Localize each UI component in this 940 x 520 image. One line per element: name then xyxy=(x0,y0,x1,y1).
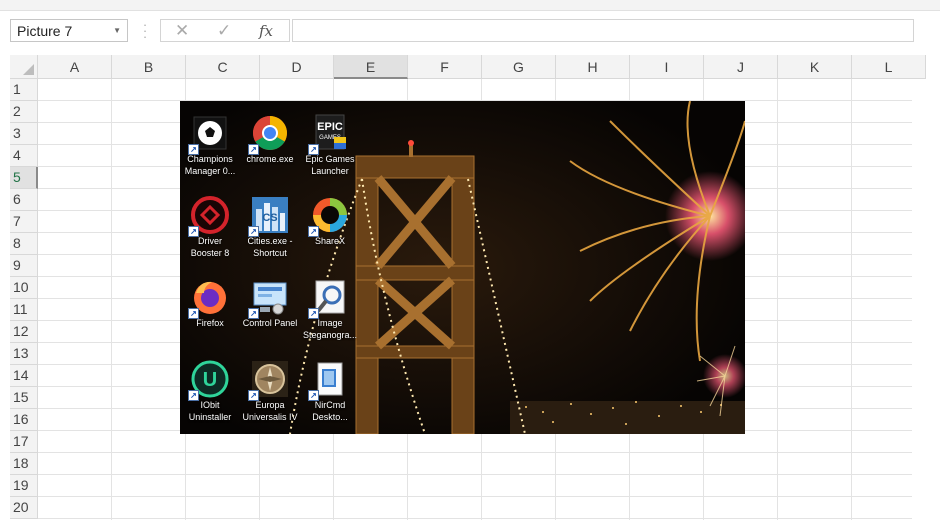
desktop-icon-label-line2: Steganogra... xyxy=(302,330,358,340)
formula-buttons: ✕ ✓ fx xyxy=(160,19,290,42)
firefox-icon: ↗ xyxy=(188,277,230,319)
row-header-3[interactable]: 3 xyxy=(10,123,38,145)
shortcut-arrow-icon: ↗ xyxy=(188,144,199,155)
svg-text:EPIC: EPIC xyxy=(317,121,343,133)
more-options-icon[interactable]: · · · xyxy=(140,18,150,43)
desktop-icon-label-line2: Shortcut xyxy=(253,248,287,258)
column-header-f[interactable]: F xyxy=(408,55,482,79)
row-header-5[interactable]: 5 xyxy=(10,167,38,189)
column-header-j[interactable]: J xyxy=(704,55,778,79)
picture-object[interactable]: ↗ Champions Manager 0... ↗ chrome.exe EPIC GAM… xyxy=(180,101,745,434)
row-header-12[interactable]: 12 xyxy=(10,321,38,343)
desktop-icon-label-line2: Uninstaller xyxy=(188,412,232,422)
desktop-icon-label-line2: Universalis IV xyxy=(242,412,298,422)
row-header-7[interactable]: 7 xyxy=(10,211,38,233)
formula-bar: Picture 7 ▼ · · · ✕ ✓ fx xyxy=(0,11,940,47)
ribbon-edge xyxy=(0,0,940,11)
epic-games-icon: EPIC GAMES ↗ xyxy=(308,113,350,155)
desktop-icon-cities-skylines: CS ↗ Cities.exe - Shortcut xyxy=(240,195,300,259)
row-header-2[interactable]: 2 xyxy=(10,101,38,123)
shortcut-arrow-icon: ↗ xyxy=(248,226,259,237)
row-header-9[interactable]: 9 xyxy=(10,255,38,277)
driver-booster-icon: ↗ xyxy=(188,195,230,237)
row-header-10[interactable]: 10 xyxy=(10,277,38,299)
row-header-14[interactable]: 14 xyxy=(10,365,38,387)
column-header-h[interactable]: H xyxy=(556,55,630,79)
row-header-18[interactable]: 18 xyxy=(10,453,38,475)
shortcut-arrow-icon: ↗ xyxy=(248,308,259,319)
chrome-icon: ↗ xyxy=(248,113,290,155)
svg-text:CS: CS xyxy=(262,212,277,224)
shortcut-arrow-icon: ↗ xyxy=(308,390,319,401)
column-header-d[interactable]: D xyxy=(260,55,334,79)
sharex-icon: ↗ xyxy=(308,195,350,237)
desktop-icon-nircmd: ↗ NirCmd Deskto... xyxy=(300,359,360,423)
row-header-8[interactable]: 8 xyxy=(10,233,38,255)
desktop-icon-label-line2: Launcher xyxy=(311,166,349,176)
column-header-c[interactable]: C xyxy=(186,55,260,79)
row-header-6[interactable]: 6 xyxy=(10,189,38,211)
desktop-icon-epic-games: EPIC GAMES ↗ Epic Games Launcher xyxy=(300,113,360,177)
shortcut-arrow-icon: ↗ xyxy=(308,144,319,155)
column-header-k[interactable]: K xyxy=(778,55,852,79)
desktop-icon-iobit-uninstaller: U ↗ IObit Uninstaller xyxy=(180,359,240,423)
insert-function-icon[interactable]: fx xyxy=(259,22,273,40)
desktop-icon-control-panel: ↗ Control Panel xyxy=(240,277,300,329)
column-header-g[interactable]: G xyxy=(482,55,556,79)
select-all-button[interactable] xyxy=(10,55,38,79)
formula-input[interactable] xyxy=(292,19,914,42)
shortcut-arrow-icon: ↗ xyxy=(308,226,319,237)
chevron-down-icon[interactable]: ▼ xyxy=(113,26,121,35)
soccer-ball-icon: ↗ xyxy=(188,113,230,155)
shortcut-arrow-icon: ↗ xyxy=(188,226,199,237)
nircmd-icon: ↗ xyxy=(308,359,350,401)
column-header-i[interactable]: I xyxy=(630,55,704,79)
desktop-icon-soccer-ball: ↗ Champions Manager 0... xyxy=(180,113,240,177)
row-header-19[interactable]: 19 xyxy=(10,475,38,497)
row-header-20[interactable]: 20 xyxy=(10,497,38,519)
column-header-a[interactable]: A xyxy=(38,55,112,79)
europa-universalis-icon: ↗ xyxy=(248,359,290,401)
row-header-17[interactable]: 17 xyxy=(10,431,38,453)
row-header-1[interactable]: 1 xyxy=(10,79,38,101)
select-all-icon xyxy=(23,64,34,75)
row-header-13[interactable]: 13 xyxy=(10,343,38,365)
svg-text:U: U xyxy=(203,369,217,391)
row-header-11[interactable]: 11 xyxy=(10,299,38,321)
shortcut-arrow-icon: ↗ xyxy=(188,308,199,319)
shortcut-arrow-icon: ↗ xyxy=(308,308,319,319)
cities-skylines-icon: CS ↗ xyxy=(248,195,290,237)
iobit-uninstaller-icon: U ↗ xyxy=(188,359,230,401)
shortcut-arrow-icon: ↗ xyxy=(248,144,259,155)
desktop-icon-europa-universalis: ↗ Europa Universalis IV xyxy=(240,359,300,423)
row-header-15[interactable]: 15 xyxy=(10,387,38,409)
row-header-16[interactable]: 16 xyxy=(10,409,38,431)
column-header-l[interactable]: L xyxy=(852,55,926,79)
row-header-4[interactable]: 4 xyxy=(10,145,38,167)
desktop-icon-chrome: ↗ chrome.exe xyxy=(240,113,300,165)
name-box-value: Picture 7 xyxy=(17,23,73,39)
control-panel-icon: ↗ xyxy=(248,277,290,319)
cancel-icon[interactable]: ✕ xyxy=(175,21,189,41)
desktop-icon-label-line2: Deskto... xyxy=(312,412,348,422)
desktop-icon-driver-booster: ↗ Driver Booster 8 xyxy=(180,195,240,259)
shortcut-arrow-icon: ↗ xyxy=(188,390,199,401)
desktop-icon-firefox: ↗ Firefox xyxy=(180,277,240,329)
image-steganography-icon: ↗ xyxy=(308,277,350,319)
shortcut-arrow-icon: ↗ xyxy=(248,390,259,401)
desktop-icon-image-steganography: ↗ Image Steganogra... xyxy=(300,277,360,341)
desktop-icon-label-line2: Manager 0... xyxy=(184,166,236,176)
column-header-b[interactable]: B xyxy=(112,55,186,79)
desktop-icon-label-line2: Booster 8 xyxy=(190,248,230,258)
name-box[interactable]: Picture 7 ▼ xyxy=(10,19,128,42)
desktop-icon-sharex: ↗ ShareX xyxy=(300,195,360,247)
enter-icon[interactable]: ✓ xyxy=(217,21,231,41)
column-header-e[interactable]: E xyxy=(334,55,408,79)
